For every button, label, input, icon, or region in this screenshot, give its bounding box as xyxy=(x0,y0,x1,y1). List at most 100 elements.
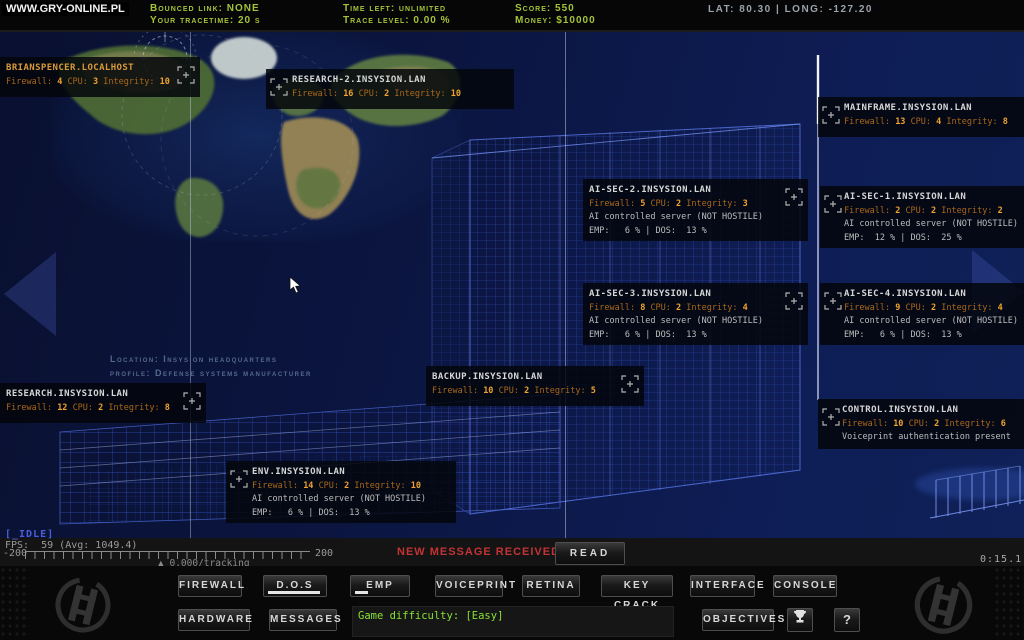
crosshair-vertical-line xyxy=(190,32,191,560)
integrity-label: Integrity: xyxy=(941,303,992,313)
cpu-label: CPU: xyxy=(67,77,87,87)
firewall-value: 4 xyxy=(57,77,62,87)
server-node-brianspencer[interactable]: BRIANSPENCER.LOCALHOST Firewall: 4 CPU: … xyxy=(0,57,200,97)
help-button[interactable]: ? xyxy=(834,608,860,632)
firewall-label: Firewall: xyxy=(842,419,888,429)
firewall-button[interactable]: FIREWALL xyxy=(178,575,242,597)
cpu-label: CPU: xyxy=(73,403,93,413)
node-ai-note: AI controlled server (NOT HOSTILE) xyxy=(252,493,450,507)
game-logo-right xyxy=(886,572,1001,640)
firewall-label: Firewall: xyxy=(6,77,52,87)
node-ai-note: AI controlled server (NOT HOSTILE) xyxy=(589,211,778,225)
cpu-value: 2 xyxy=(934,419,939,429)
node-stats: Firewall: 10 CPU: 2 Integrity: 6 xyxy=(842,418,1018,432)
time-left: Time left: unlimited xyxy=(343,3,451,15)
cpu-label: CPU: xyxy=(499,386,519,396)
firewall-value: 14 xyxy=(303,481,313,491)
integrity-label: Integrity: xyxy=(108,403,159,413)
integrity-label: Integrity: xyxy=(686,199,737,209)
integrity-label: Integrity: xyxy=(944,419,995,429)
difficulty-readout: Game difficulty: [Easy] xyxy=(353,607,673,625)
trophy-icon xyxy=(793,609,807,624)
integrity-value: 5 xyxy=(591,386,596,396)
node-stats: Firewall: 10 CPU: 2 Integrity: 5 xyxy=(432,385,614,399)
trace-level: Trace level: 0.00 % xyxy=(343,15,451,27)
node-emp-dos: EMP: 6 % | DOS: 13 % xyxy=(252,507,450,521)
server-node-ai-sec-2[interactable]: AI-SEC-2.INSYSION.LAN Firewall: 5 CPU: 2… xyxy=(583,179,808,241)
target-reticle-icon xyxy=(177,66,195,90)
target-reticle-icon xyxy=(230,470,248,494)
objectives-button[interactable]: OBJECTIVES xyxy=(702,609,774,631)
node-stats: Firewall: 12 CPU: 2 Integrity: 8 xyxy=(6,402,176,416)
server-node-env[interactable]: ENV.INSYSION.LAN Firewall: 14 CPU: 2 Int… xyxy=(226,461,456,523)
node-emp-dos: EMP: 6 % | DOS: 13 % xyxy=(589,329,778,343)
firewall-label: Firewall: xyxy=(589,303,635,313)
retina-button[interactable]: RETINA xyxy=(522,575,580,597)
messages-button[interactable]: MESSAGES xyxy=(269,609,337,631)
firewall-label: Firewall: xyxy=(844,117,890,127)
integrity-label: Integrity: xyxy=(534,386,585,396)
integrity-label: Integrity: xyxy=(394,89,445,99)
ruler-min-label: -200 xyxy=(3,548,27,559)
achievements-button[interactable] xyxy=(787,608,813,632)
node-stats: Firewall: 9 CPU: 2 Integrity: 4 xyxy=(844,302,1018,316)
firewall-value: 10 xyxy=(483,386,493,396)
node-stats: Firewall: 2 CPU: 2 Integrity: 2 xyxy=(844,205,1018,219)
cpu-value: 2 xyxy=(98,403,103,413)
cpu-value: 2 xyxy=(676,303,681,313)
node-ai-note: AI controlled server (NOT HOSTILE) xyxy=(844,315,1018,329)
server-node-ai-sec-4[interactable]: AI-SEC-4.INSYSION.LAN Firewall: 9 CPU: 2… xyxy=(820,283,1024,345)
firewall-label: Firewall: xyxy=(432,386,478,396)
server-node-research[interactable]: RESEARCH.INSYSION.LAN Firewall: 12 CPU: … xyxy=(0,383,206,423)
emp-progress-bar xyxy=(355,591,368,594)
scroll-left-arrow[interactable] xyxy=(4,252,56,336)
dos-button[interactable]: D.O.S xyxy=(263,575,327,597)
voiceprint-button[interactable]: VOICEPRINT xyxy=(435,575,503,597)
node-title: RESEARCH.INSYSION.LAN xyxy=(6,388,176,402)
cpu-label: CPU: xyxy=(359,89,379,99)
cpu-label: CPU: xyxy=(905,206,925,216)
server-node-ai-sec-1[interactable]: AI-SEC-1.INSYSION.LAN Firewall: 2 CPU: 2… xyxy=(820,186,1024,248)
new-message-alert: NEW MESSAGE RECEIVED! xyxy=(397,546,565,558)
node-stats: Firewall: 16 CPU: 2 Integrity: 10 xyxy=(292,88,508,102)
node-emp-dos: EMP: 6 % | DOS: 13 % xyxy=(844,329,1018,343)
node-title: AI-SEC-1.INSYSION.LAN xyxy=(844,191,1018,205)
integrity-label: Integrity: xyxy=(686,303,737,313)
node-title: AI-SEC-3.INSYSION.LAN xyxy=(589,288,778,302)
target-reticle-icon xyxy=(785,292,803,316)
node-ai-note: AI controlled server (NOT HOSTILE) xyxy=(589,315,778,329)
read-message-button[interactable]: READ xyxy=(555,542,625,565)
cpu-value: 2 xyxy=(931,206,936,216)
integrity-value: 8 xyxy=(165,403,170,413)
firewall-value: 2 xyxy=(895,206,900,216)
server-node-ai-sec-3[interactable]: AI-SEC-3.INSYSION.LAN Firewall: 8 CPU: 2… xyxy=(583,283,808,345)
console-output-panel: Game difficulty: [Easy] xyxy=(352,606,674,637)
cpu-label: CPU: xyxy=(905,303,925,313)
integrity-value: 10 xyxy=(160,77,170,87)
integrity-value: 8 xyxy=(1003,117,1008,127)
firewall-label: Firewall: xyxy=(292,89,338,99)
integrity-label: Integrity: xyxy=(941,206,992,216)
console-button[interactable]: CONSOLE xyxy=(773,575,837,597)
score: Score: 550 xyxy=(515,3,596,15)
game-logo-left xyxy=(28,574,138,640)
target-reticle-icon xyxy=(270,78,288,102)
integrity-value: 6 xyxy=(1001,419,1006,429)
hardware-button[interactable]: HARDWARE xyxy=(178,609,250,631)
bounced-link: Bounced link: NONE xyxy=(150,3,261,15)
interface-button[interactable]: INTERFACE xyxy=(690,575,755,597)
node-title: AI-SEC-2.INSYSION.LAN xyxy=(589,184,778,198)
cpu-value: 2 xyxy=(931,303,936,313)
server-node-mainframe[interactable]: MAINFRAME.INSYSION.LAN Firewall: 13 CPU:… xyxy=(818,97,1024,137)
integrity-label: Integrity: xyxy=(103,77,154,87)
emp-button[interactable]: EMP xyxy=(350,575,410,597)
cpu-value: 2 xyxy=(676,199,681,209)
node-stats: Firewall: 8 CPU: 2 Integrity: 4 xyxy=(589,302,778,316)
key-crack-button[interactable]: KEY CRACK xyxy=(601,575,673,597)
server-node-research-2[interactable]: RESEARCH-2.INSYSION.LAN Firewall: 16 CPU… xyxy=(266,69,514,109)
target-reticle-icon xyxy=(824,195,842,219)
cpu-label: CPU: xyxy=(319,481,339,491)
server-node-backup[interactable]: BACKUP.INSYSION.LAN Firewall: 10 CPU: 2 … xyxy=(426,366,644,406)
server-node-control[interactable]: CONTROL.INSYSION.LAN Firewall: 10 CPU: 2… xyxy=(818,399,1024,449)
hud-time-stats: Time left: unlimited Trace level: 0.00 % xyxy=(343,3,451,27)
